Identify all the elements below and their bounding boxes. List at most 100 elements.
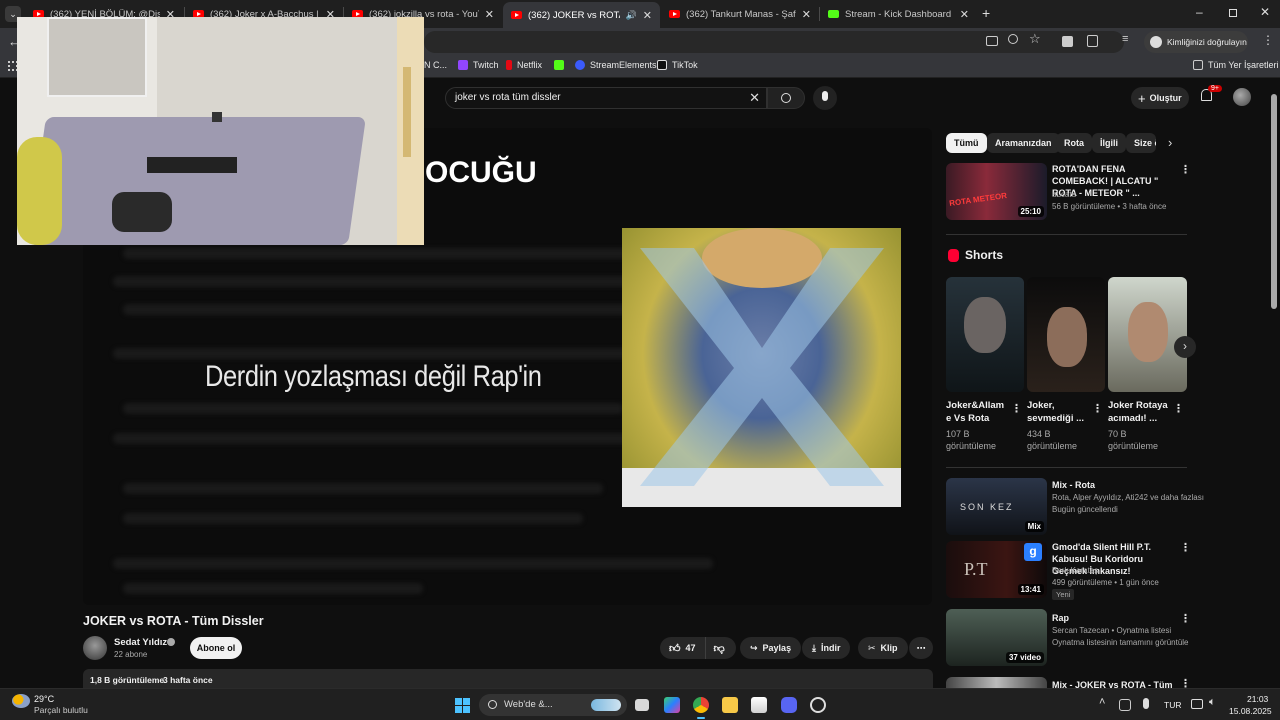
short-thumbnail[interactable] <box>1108 277 1187 392</box>
chip-for-you[interactable]: Size ö <box>1126 133 1156 153</box>
all-bookmarks-folder[interactable]: Tüm Yer İşaretleri <box>1193 60 1279 70</box>
short-title[interactable]: Joker, sevmediği ... <box>1027 399 1089 425</box>
close-icon[interactable]: ✕ <box>485 8 494 21</box>
shorts-next-button[interactable]: › <box>1174 336 1196 358</box>
start-button[interactable] <box>455 698 470 713</box>
close-icon[interactable]: ✕ <box>960 8 969 21</box>
extension-icon[interactable] <box>1062 36 1073 47</box>
chip-related[interactable]: İlgili <box>1092 133 1126 153</box>
more-icon: ⋯ <box>916 642 926 653</box>
more-icon[interactable]: ⋮ <box>1180 612 1191 625</box>
download-button[interactable]: ⤓ İndir <box>802 637 851 659</box>
profile-button[interactable]: Kimliğinizi doğrulayın <box>1144 31 1248 53</box>
more-icon[interactable]: ⋮ <box>1011 402 1022 415</box>
weather-icon[interactable] <box>12 694 30 708</box>
avatar[interactable] <box>1233 88 1251 106</box>
video-face-image <box>622 228 901 507</box>
scrollbar[interactable] <box>1270 86 1278 688</box>
related-title[interactable]: Mix - JOKER vs ROTA - Tüm <box>1052 679 1177 688</box>
short-thumbnail[interactable] <box>1027 277 1105 392</box>
bookmark-netflix[interactable]: Netflix <box>506 60 542 70</box>
weather-temp[interactable]: 29°C <box>34 694 54 704</box>
file-explorer-icon[interactable] <box>722 697 738 713</box>
close-icon[interactable]: ✕ <box>802 8 811 21</box>
notifications-button[interactable]: 9+ <box>1201 85 1222 104</box>
channel-avatar[interactable] <box>83 636 107 660</box>
discord-icon[interactable] <box>781 697 797 713</box>
short-thumbnail[interactable] <box>946 277 1024 392</box>
reading-list-icon[interactable]: ≡ <box>1122 33 1128 45</box>
weather-desc[interactable]: Parçalı bulutlu <box>34 705 88 715</box>
microphone-icon[interactable] <box>1143 698 1149 709</box>
more-icon[interactable]: ⋮ <box>1180 541 1191 554</box>
zoom-icon[interactable] <box>1008 34 1018 44</box>
bookmark-streamelements[interactable]: StreamElements <box>575 60 657 70</box>
restore-icon[interactable] <box>1229 9 1237 17</box>
new-badge: Yeni <box>1052 589 1075 600</box>
bookmark-kick[interactable] <box>554 60 569 70</box>
related-channel[interactable]: Berk Karataş <box>1052 565 1098 576</box>
clip-button[interactable]: ✂ Klip <box>858 637 908 659</box>
tray-app-icon[interactable] <box>1119 699 1131 711</box>
chip-all[interactable]: Tümü <box>946 133 987 153</box>
install-app-icon[interactable] <box>986 36 998 46</box>
related-title[interactable]: Rap <box>1052 612 1177 624</box>
speaker-icon[interactable]: 🔊 <box>626 10 637 21</box>
puzzle-icon[interactable] <box>1087 35 1098 47</box>
playlist-thumbnail[interactable] <box>946 677 1047 688</box>
search-button[interactable] <box>767 87 805 109</box>
more-actions-button[interactable]: ⋯ <box>909 637 933 659</box>
more-icon[interactable]: ⋮ <box>1173 402 1184 415</box>
share-button[interactable]: ↪ Paylaş <box>740 637 802 659</box>
more-icon[interactable]: ⋮ <box>1092 402 1103 415</box>
new-tab-icon[interactable]: + <box>982 5 990 21</box>
task-view-icon[interactable] <box>635 699 649 711</box>
clock-time[interactable]: 21:03 <box>1247 694 1268 704</box>
related-channel[interactable]: aLcatu <box>1052 189 1076 200</box>
short-title[interactable]: Joker&Allam e Vs Rota <box>946 399 1008 425</box>
copilot-icon[interactable] <box>664 697 680 713</box>
tray-chevron-icon[interactable]: ˄ <box>1099 696 1105 708</box>
bookmark-tiktok[interactable]: TikTok <box>657 60 698 70</box>
volume-icon[interactable]: 🔈︎ <box>1209 696 1216 709</box>
chip-from-search[interactable]: Aramanızdan <box>987 133 1060 153</box>
subscribe-button[interactable]: Abone ol <box>190 637 242 659</box>
playlist-thumbnail[interactable]: 37 video <box>946 609 1047 666</box>
related-thumbnail[interactable]: P.T g 13:41 <box>946 541 1047 598</box>
store-icon[interactable] <box>751 697 767 713</box>
active-app-indicator <box>697 717 705 719</box>
playlist-thumbnail[interactable]: SON KEZ Mix <box>946 478 1047 535</box>
close-icon[interactable]: ✕ <box>643 9 652 22</box>
address-bar[interactable] <box>424 31 1124 53</box>
bookmark-twitch[interactable]: Twitch <box>458 60 499 70</box>
chrome-icon[interactable] <box>693 697 709 713</box>
channel-name[interactable]: Sedat Yıldız <box>114 637 167 648</box>
language-indicator[interactable]: TUR <box>1164 700 1181 710</box>
voice-search-button[interactable] <box>813 86 837 110</box>
short-title[interactable]: Joker Rotaya acımadı! ... <box>1108 399 1170 425</box>
browser-tab[interactable]: (362) Tankurt Manas - Şafak Op ✕ <box>661 3 819 25</box>
create-button[interactable]: + Oluştur <box>1131 87 1189 109</box>
related-title[interactable]: Mix - Rota <box>1052 479 1177 491</box>
related-thumbnail[interactable]: ROTA METEOR 25:10 <box>946 163 1047 220</box>
star-icon[interactable]: ☆ <box>1029 31 1041 47</box>
related-line2[interactable]: Oynatma listesinin tamamını görüntüle <box>1052 637 1189 648</box>
app-icon[interactable] <box>810 697 826 713</box>
like-button[interactable]: 👍︎ 47 <box>660 637 706 659</box>
scrollbar-thumb[interactable] <box>1271 94 1277 309</box>
taskbar-search[interactable]: Web'de &... <box>479 694 627 716</box>
clear-search-icon[interactable]: ✕ <box>749 90 760 106</box>
bookmark-item[interactable]: N C... <box>424 60 447 70</box>
minimize-icon[interactable]: – <box>1196 5 1203 19</box>
chip-rota[interactable]: Rota <box>1056 133 1092 153</box>
menu-icon[interactable]: ⋮ <box>1262 33 1274 47</box>
display-icon[interactable] <box>1191 699 1203 709</box>
more-icon[interactable]: ⋮ <box>1180 163 1191 176</box>
search-input[interactable]: joker vs rota tüm dissler ✕ <box>445 87 767 109</box>
browser-tab[interactable]: Stream - Kick Dashboard ✕ <box>820 3 977 25</box>
window-close-icon[interactable]: ✕ <box>1260 5 1270 19</box>
chevron-right-icon[interactable]: › <box>1168 135 1172 150</box>
browser-tab-active[interactable]: (362) JOKER vs ROTA - Tüm 🔊 ✕ <box>503 2 660 28</box>
dislike-button[interactable]: 👎︎ <box>706 642 733 655</box>
clock-date[interactable]: 15.08.2025 <box>1229 706 1272 716</box>
